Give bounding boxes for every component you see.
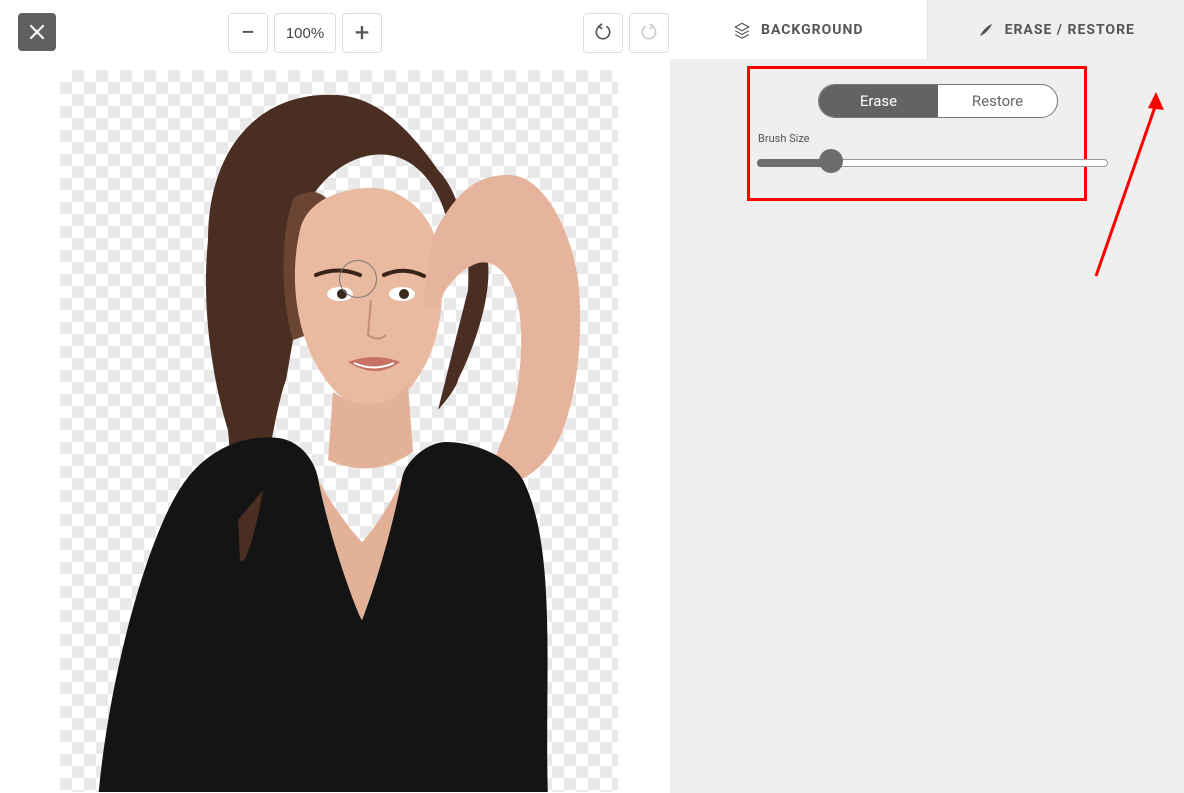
brush-size-label: Brush Size <box>758 132 810 145</box>
subject-image <box>78 80 598 792</box>
close-icon <box>28 23 46 41</box>
tab-erase-restore[interactable]: Erase / Restore <box>927 0 1184 59</box>
tab-background[interactable]: Background <box>670 0 927 59</box>
layers-icon <box>733 21 751 39</box>
toggle-erase[interactable]: Erase <box>819 85 938 117</box>
toggle-restore[interactable]: Restore <box>938 85 1057 117</box>
slider-thumb[interactable] <box>819 149 843 173</box>
annotation-arrow <box>1084 90 1174 280</box>
undo-button[interactable] <box>583 13 623 53</box>
tab-background-label: Background <box>761 22 863 38</box>
brush-icon <box>977 21 995 39</box>
brush-size-slider[interactable] <box>757 153 1108 169</box>
brush-cursor <box>339 260 377 298</box>
zoom-in-button[interactable]: + <box>342 13 382 53</box>
erase-restore-toggle[interactable]: Erase Restore <box>818 84 1058 118</box>
undo-icon <box>593 23 613 43</box>
close-button[interactable] <box>18 13 56 51</box>
zoom-out-button[interactable]: − <box>228 13 268 53</box>
canvas-area[interactable] <box>60 70 618 792</box>
zoom-input[interactable] <box>274 13 336 53</box>
tab-erase-restore-label: Erase / Restore <box>1005 22 1135 38</box>
redo-button[interactable] <box>629 13 669 53</box>
redo-icon <box>639 23 659 43</box>
